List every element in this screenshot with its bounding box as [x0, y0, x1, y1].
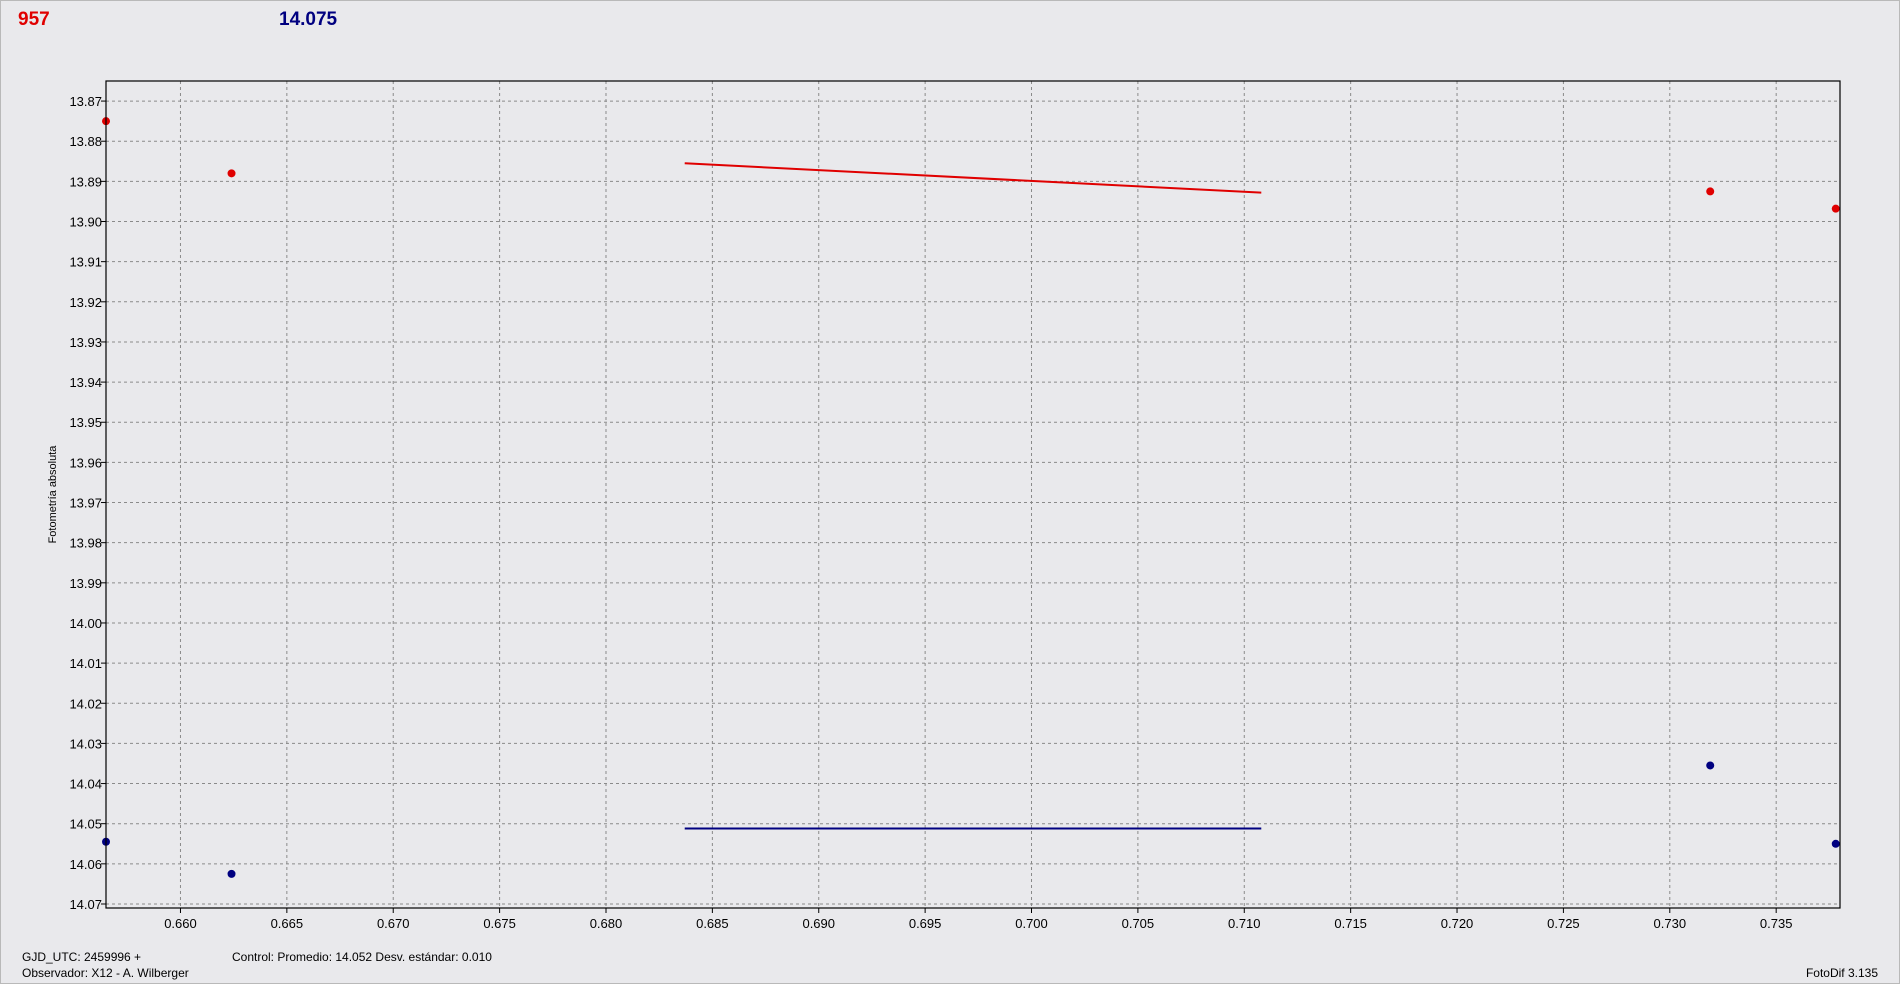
- x-tick-label-6: 0.690: [802, 916, 835, 931]
- x-tick-label-15: 0.735: [1760, 916, 1793, 931]
- x-tick-label-2: 0.670: [377, 916, 410, 931]
- y-tick-label-14: 14.01: [69, 656, 102, 671]
- y-tick-label-13: 14.00: [69, 616, 102, 631]
- x-tick-label-12: 0.720: [1441, 916, 1474, 931]
- y-tick-label-3: 13.90: [69, 215, 102, 230]
- grid-layer: [101, 81, 1840, 913]
- series-1-point-2[interactable]: [1706, 761, 1715, 770]
- series-0-fit-line: [684, 162, 1262, 194]
- x-tick-label-3: 0.675: [483, 916, 516, 931]
- y-tick-label-12: 13.99: [69, 576, 102, 591]
- x-tick-label-13: 0.725: [1547, 916, 1580, 931]
- y-tick-label-15: 14.02: [69, 696, 102, 711]
- x-tick-label-5: 0.685: [696, 916, 729, 931]
- y-axis-label: Fotometría absoluta: [47, 445, 59, 544]
- y-tick-label-20: 14.07: [69, 897, 102, 912]
- y-tick-label-8: 13.95: [69, 415, 102, 430]
- x-tick-label-4: 0.680: [590, 916, 623, 931]
- photometry-chart[interactable]: 0.660 0.665 0.670 0.675 0.680 0.685 0.690 0.695…: [0, 0, 1900, 984]
- control-stats-label: Control: Promedio: 14.052 Desv. estándar…: [232, 950, 492, 964]
- y-tick-label-19: 14.06: [69, 857, 102, 872]
- y-tick-label-18: 14.05: [69, 817, 102, 832]
- version-label: FotoDif 3.135: [1805, 966, 1878, 980]
- x-tick-label-7: 0.695: [909, 916, 942, 931]
- fit-lines-layer: [684, 162, 1262, 830]
- x-tick-label-11: 0.715: [1334, 916, 1367, 931]
- y-tick-label-16: 14.03: [69, 736, 102, 751]
- series-0-point-1[interactable]: [227, 169, 236, 178]
- y-tick-label-5: 13.92: [69, 295, 102, 310]
- x-tick-label-10: 0.710: [1228, 916, 1261, 931]
- x-tick-label-14: 0.730: [1654, 916, 1687, 931]
- tick-labels-layer: 0.660 0.665 0.670 0.675 0.680 0.685 0.690 0.695…: [69, 94, 1792, 931]
- gjd-utc-label: GJD_UTC: 2459996 +: [22, 950, 142, 964]
- data-points-layer: [102, 117, 1840, 878]
- series-0-point-3[interactable]: [1831, 204, 1840, 213]
- y-tick-label-7: 13.94: [69, 375, 102, 390]
- y-tick-label-17: 14.04: [69, 777, 102, 792]
- y-tick-label-6: 13.93: [69, 335, 102, 350]
- x-tick-label-8: 0.700: [1015, 916, 1048, 931]
- observer-label: Observador: X12 - A. Wilberger: [22, 966, 189, 980]
- y-tick-label-10: 13.97: [69, 496, 102, 511]
- x-tick-label-1: 0.665: [271, 916, 304, 931]
- y-tick-label-4: 13.91: [69, 255, 102, 270]
- y-tick-label-1: 13.88: [69, 134, 102, 149]
- y-tick-label-2: 13.89: [69, 174, 102, 189]
- y-tick-label-0: 13.87: [69, 94, 102, 109]
- x-tick-label-9: 0.705: [1122, 916, 1155, 931]
- y-tick-label-11: 13.98: [69, 536, 102, 551]
- series-1-point-1[interactable]: [227, 869, 236, 878]
- series-1-point-3[interactable]: [1831, 839, 1840, 848]
- x-tick-label-0: 0.660: [164, 916, 197, 931]
- y-tick-label-9: 13.96: [69, 455, 102, 470]
- series-0-point-2[interactable]: [1706, 187, 1715, 196]
